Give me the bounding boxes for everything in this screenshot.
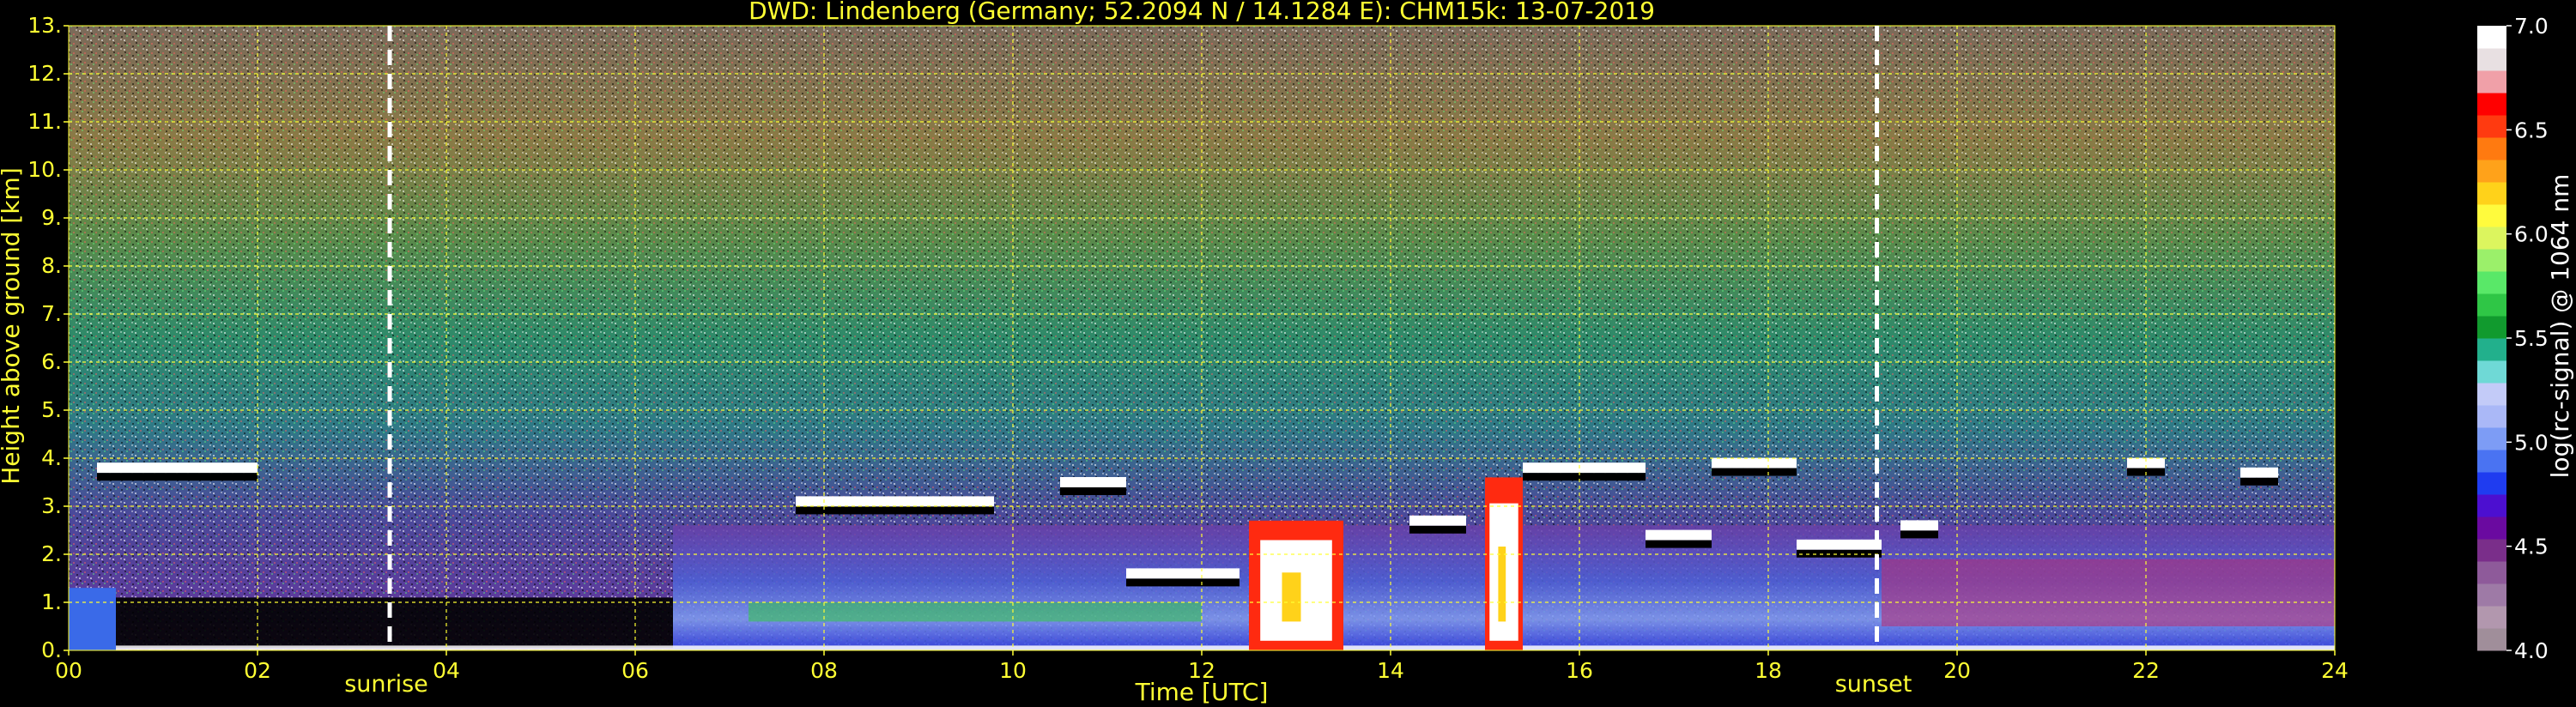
colorbar-swatch (2477, 182, 2506, 205)
x-tick-label: 06 (621, 658, 649, 683)
cloud-layer-2 (1060, 477, 1126, 487)
x-tick-label: 18 (1755, 658, 1782, 683)
x-tick-label: 22 (2132, 658, 2160, 683)
nocturnal-layer (116, 597, 673, 649)
colorbar-swatch (2477, 405, 2506, 428)
x-tick-label: 14 (1377, 658, 1404, 683)
cloud-shadow-7 (1712, 468, 1797, 476)
cloud-shadow-5 (1523, 473, 1646, 481)
x-tick-label: 02 (244, 658, 271, 683)
colorbar-tick-label: 4.0 (2514, 638, 2549, 663)
colorbar-tick-label: 5.5 (2514, 326, 2549, 351)
colorbar-tick-label: 7.0 (2514, 14, 2549, 39)
y-tick-label: 10. (27, 157, 62, 182)
x-tick-label: 10 (999, 658, 1027, 683)
y-tick-label: 13. (27, 13, 62, 38)
cloud-layer-8 (1797, 539, 1882, 550)
cloud-shadow-6 (1646, 540, 1712, 548)
colorbar-swatch (2477, 561, 2506, 584)
colorbar-swatch (2477, 160, 2506, 183)
cloud-layer-6 (1646, 529, 1712, 541)
x-tick-label: 00 (55, 658, 82, 683)
colorbar-swatch (2477, 360, 2506, 384)
cloud-layer-0 (97, 462, 258, 474)
colorbar-swatch (2477, 26, 2506, 49)
colorbar-swatch (2477, 249, 2506, 272)
cloud-shadow-2 (1060, 487, 1126, 495)
colorbar-swatch (2477, 115, 2506, 138)
y-tick-label: 5. (41, 397, 62, 422)
colorbar-swatch (2477, 472, 2506, 495)
y-axis-label: Height above ground [km] (0, 167, 25, 485)
colorbar-swatch (2477, 427, 2506, 450)
colorbar-label: log(rc-signal) @ 1064 nm (2546, 174, 2574, 479)
colorbar-swatch (2477, 539, 2506, 562)
colorbar-swatch (2477, 338, 2506, 361)
x-tick-label: 16 (1566, 658, 1593, 683)
cloud-layer-4 (1409, 515, 1466, 526)
y-tick-label: 8. (41, 253, 62, 278)
colorbar-tick-label: 6.5 (2514, 118, 2549, 142)
y-tick-label: 4. (41, 445, 62, 470)
cloud-layer-9 (1900, 520, 1938, 531)
cloud-shadow-4 (1409, 525, 1466, 534)
chart-title: DWD: Lindenberg (Germany; 52.2094 N / 14… (749, 0, 1655, 25)
colorbar-swatch (2477, 583, 2506, 607)
colorbar-swatch (2477, 293, 2506, 317)
colorbar-swatch (2477, 93, 2506, 116)
sunset-label: sunset (1835, 671, 1912, 698)
y-tick-label: 3. (41, 493, 62, 518)
cloud-layer-7 (1712, 457, 1797, 468)
colorbar-swatch (2477, 227, 2506, 250)
x-tick-label: 04 (433, 658, 460, 683)
cloud-shadow-9 (1900, 530, 1938, 539)
colorbar-swatch (2477, 606, 2506, 629)
y-tick-label: 7. (41, 301, 62, 326)
colorbar-swatch (2477, 271, 2506, 294)
y-tick-label: 2. (41, 541, 62, 566)
cloud-layer-5 (1523, 462, 1646, 474)
sunrise-label: sunrise (344, 671, 428, 698)
convective-cell-0 (1249, 520, 1343, 650)
aerosol-band (749, 602, 1202, 622)
y-tick-label: 9. (41, 205, 62, 230)
y-tick-label: 6. (41, 349, 62, 374)
colorbar-swatch (2477, 383, 2506, 406)
colorbar-swatch (2477, 48, 2506, 71)
cloud-layer-3 (1126, 568, 1240, 579)
cloud-shadow-3 (1126, 578, 1240, 587)
colorbar-swatch (2477, 137, 2506, 160)
colorbar-swatch (2477, 494, 2506, 517)
colorbar: 4.0 4.5 5.0 5.5 6.0 6.5 7.0 (2477, 14, 2549, 663)
colorbar-tick-label: 4.5 (2514, 535, 2549, 559)
x-tick-label: 08 (810, 658, 838, 683)
y-tick-label: 1. (41, 589, 62, 614)
early-aerosol (69, 588, 116, 650)
colorbar-swatch (2477, 628, 2506, 651)
colorbar-tick-label: 5.0 (2514, 430, 2549, 455)
colorbar-swatch (2477, 316, 2506, 339)
x-axis-label: Time [UTC] (1135, 678, 1269, 706)
x-tick-label: 20 (1943, 658, 1971, 683)
colorbar-tick-label: 6.0 (2514, 222, 2549, 247)
colorbar-swatch (2477, 204, 2506, 227)
cloud-shadow-1 (796, 506, 994, 515)
cloud-layer-1 (796, 496, 994, 507)
cloud-layer-11 (2240, 467, 2278, 478)
y-tick-label: 12. (27, 61, 62, 86)
cloud-shadow-8 (1797, 549, 1882, 558)
colorbar-swatch (2477, 450, 2506, 473)
colorbar-swatch (2477, 70, 2506, 94)
ceilometer-chart: DWD: Lindenberg (Germany; 52.2094 N / 14… (0, 0, 2574, 706)
colorbar-swatch (2477, 517, 2506, 540)
convective-cell-1 (1485, 477, 1523, 650)
cloud-shadow-11 (2240, 477, 2278, 486)
cloud-shadow-0 (97, 473, 258, 481)
x-tick-label: 24 (2321, 658, 2349, 683)
residual-layer (1882, 559, 2335, 626)
y-tick-label: 11. (27, 109, 62, 134)
